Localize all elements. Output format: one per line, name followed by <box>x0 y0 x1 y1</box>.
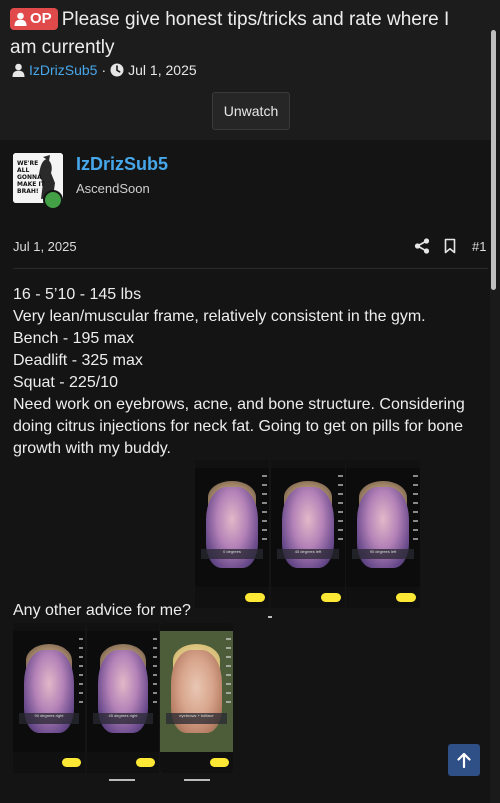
post-username[interactable]: IzDrizSub5 <box>76 154 168 175</box>
avatar-text-4: MAKE IT <box>17 181 46 188</box>
thread-title-text: Please give honest tips/tricks and rate … <box>10 9 450 58</box>
op-badge-label: OP <box>30 10 52 27</box>
attachment-thumbnail[interactable]: eyebrows + fullface <box>160 623 233 773</box>
attachment-caption: eyebrows + fullface <box>179 713 214 718</box>
attachment-thumbnail[interactable]: 90 degrees right <box>13 623 85 773</box>
attachment-caption: 90 degrees left <box>369 548 397 554</box>
clock-icon <box>110 63 124 77</box>
thread-title: OP Please give honest tips/tricks and rat… <box>10 6 480 62</box>
page-scrollbar[interactable] <box>491 30 496 290</box>
attachment-thumbnail[interactable]: 0 degrees <box>195 460 269 608</box>
attachment-caption: 0 degrees <box>223 548 241 554</box>
arrow-up-icon <box>457 752 471 768</box>
share-icon[interactable] <box>414 238 430 254</box>
thread-header: OP Please give honest tips/tricks and rat… <box>0 0 500 140</box>
post-line: Very lean/muscular frame, relatively con… <box>13 308 426 325</box>
bookmark-icon[interactable] <box>444 238 456 254</box>
attachment-caption: 45 degrees right <box>108 713 138 718</box>
attachment-caption: 90 degrees right <box>34 713 64 718</box>
attachment-thumbnail[interactable]: 90 degrees left <box>346 460 420 608</box>
user-icon <box>12 63 25 77</box>
attachment-thumbnail[interactable]: 45 degrees left <box>271 460 345 608</box>
post-date[interactable]: Jul 1, 2025 <box>13 239 77 254</box>
post-body: 16 - 5’10 - 145 lbs Very lean/muscular f… <box>13 284 483 460</box>
post-line: Squat - 225/10 <box>13 374 118 391</box>
post-line: Deadlift - 325 max <box>13 352 143 369</box>
unwatch-button[interactable]: Unwatch <box>212 92 290 130</box>
thread-meta: IzDrizSub5 · Jul 1, 2025 <box>12 62 197 78</box>
scroll-to-top-button[interactable] <box>448 744 480 776</box>
attachment-thumbnail[interactable]: 45 degrees right <box>87 623 159 773</box>
thread-date[interactable]: Jul 1, 2025 <box>128 62 197 78</box>
attachment-home-indicator <box>268 616 272 618</box>
user-icon <box>14 12 27 26</box>
avatar-text-1: WE'RE <box>17 160 38 167</box>
post-divider <box>13 268 488 269</box>
op-badge: OP <box>10 8 58 30</box>
post-number-link[interactable]: #1 <box>472 239 486 254</box>
thread-author-link[interactable]: IzDrizSub5 <box>29 62 97 78</box>
post-line: 16 - 5’10 - 145 lbs <box>13 286 142 303</box>
avatar-text-2: ALL <box>17 167 29 174</box>
meta-separator: · <box>101 62 107 78</box>
post-question: Any other advice for me? <box>13 602 191 619</box>
avatar-text-5: BRAH! <box>17 188 39 195</box>
online-status-indicator <box>43 190 63 210</box>
post-user-title: AscendSoon <box>76 181 150 196</box>
avatar-text-3: GONNA <box>17 174 42 181</box>
attachment-caption: 45 degrees left <box>294 548 322 554</box>
post-line: Bench - 195 max <box>13 330 134 347</box>
attachment-home-indicator <box>109 779 135 781</box>
post-line: Need work on eyebrows, acne, and bone st… <box>13 396 465 457</box>
attachment-home-indicator <box>184 779 210 781</box>
